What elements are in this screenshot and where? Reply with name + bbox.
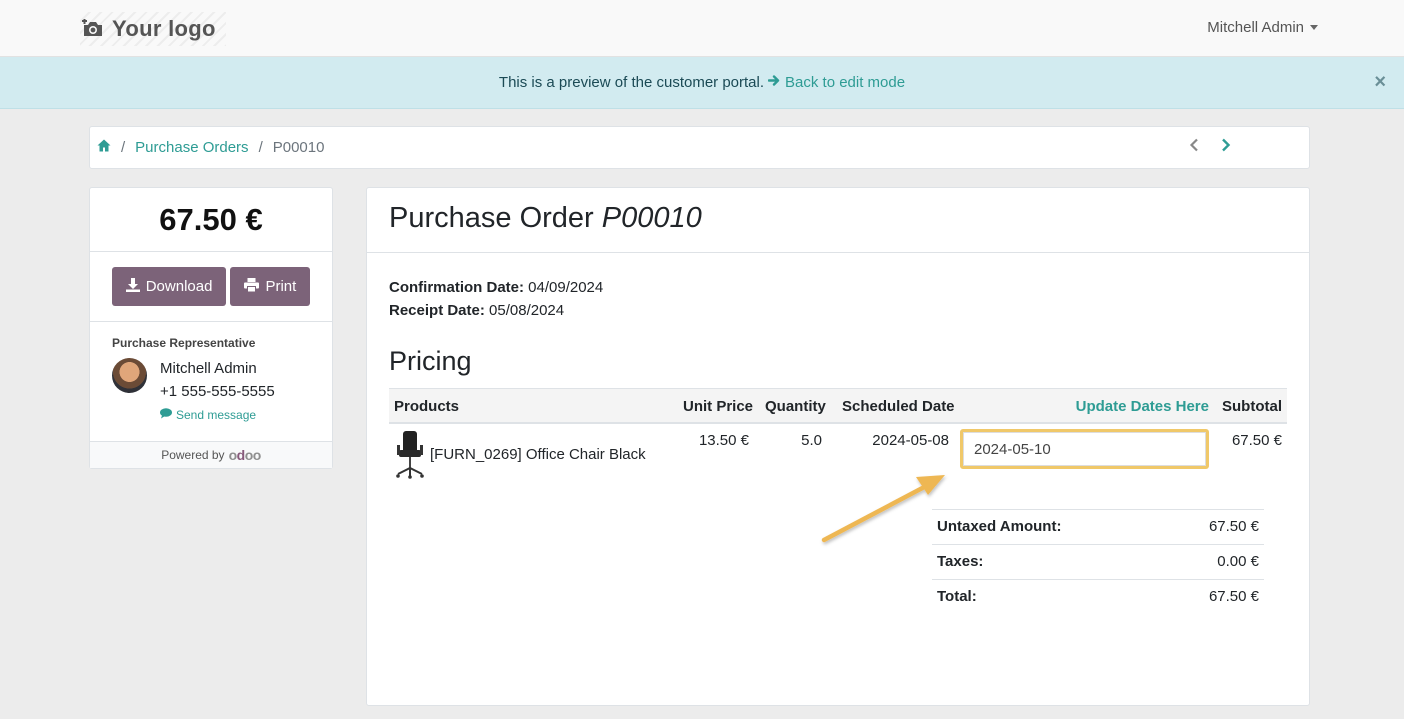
line-subtotal: 67.50 € [1231,432,1282,449]
back-to-edit-label: Back to edit mode [785,74,906,91]
receipt-date-row: Receipt Date: 05/08/2024 [389,299,603,322]
total-value: 67.50 € [1208,588,1259,605]
confirmation-date-value: 04/09/2024 [528,279,604,296]
user-menu-dropdown[interactable]: Mitchell Admin [1207,19,1318,36]
avatar [112,358,147,393]
logo-text: Your logo [112,16,216,41]
user-name: Mitchell Admin [1207,19,1304,36]
page-title: Purchase Order P00010 [367,188,1309,253]
order-totals: Untaxed Amount: 67.50 € Taxes: 0.00 € To… [932,509,1264,614]
scheduled-date: 2024-05-08 [872,432,949,449]
receipt-date-label: Receipt Date: [389,302,485,319]
receipt-date-value: 05/08/2024 [489,302,565,319]
print-icon [244,277,260,296]
col-products: Products [394,398,460,415]
close-icon[interactable]: × [1374,71,1386,94]
powered-by-footer: Powered by odoo [90,442,332,468]
order-sidebar: 67.50 € Download Print Purchase Represen… [89,187,333,469]
download-button[interactable]: Download [111,267,227,306]
preview-alert: This is a preview of the customer portal… [0,57,1404,109]
order-dates: Confirmation Date: 04/09/2024 Receipt Da… [389,276,603,322]
rep-phone: +1 555-555-5555 [160,383,275,400]
taxes-row: Taxes: 0.00 € [932,544,1264,579]
caret-down-icon [1310,25,1318,30]
comment-icon [160,408,172,422]
order-total-amount: 67.50 € [90,188,332,252]
download-icon [125,277,140,296]
untaxed-label: Untaxed Amount: [937,518,1062,535]
breadcrumb-separator: / [258,139,263,156]
send-message-label: Send message [176,408,257,422]
quantity: 5.0 [801,432,822,449]
total-row: Total: 67.50 € [932,579,1264,614]
print-label: Print [265,278,297,295]
powered-by-label: Powered by [161,448,225,462]
record-pager [1189,138,1231,156]
update-date-input[interactable] [960,429,1209,469]
breadcrumb-purchase-orders[interactable]: Purchase Orders [135,139,248,156]
confirmation-date-label: Confirmation Date: [389,279,524,296]
col-update-dates: Update Dates Here [1075,398,1209,415]
download-label: Download [145,278,213,295]
untaxed-value: 67.50 € [1208,518,1259,535]
total-label: Total: [937,588,977,605]
action-buttons: Download Print [90,252,332,322]
pricing-heading: Pricing [389,346,472,376]
arrow-right-icon [767,74,781,91]
back-to-edit-link[interactable]: Back to edit mode [767,74,906,91]
chevron-right-icon[interactable] [1221,138,1231,156]
print-button[interactable]: Print [230,267,311,306]
breadcrumb: / Purchase Orders / P00010 [89,126,1310,169]
purchase-representative: Purchase Representative Mitchell Admin +… [90,322,332,442]
product-name[interactable]: [FURN_0269] Office Chair Black [430,446,646,463]
breadcrumb-current: P00010 [272,139,325,156]
order-lines-table: Products Unit Price Quantity Scheduled D… [389,388,1287,514]
camera-icon [82,19,104,39]
odoo-logo[interactable]: odoo [229,447,262,463]
page-title-prefix: Purchase Order [389,202,594,234]
purchase-order-card: Purchase Order P00010 Confirmation Date:… [366,187,1310,706]
taxes-label: Taxes: [937,553,984,570]
table-row: [FURN_0269] Office Chair Black 13.50 € 5… [389,424,1287,514]
order-number: P00010 [601,202,702,234]
rep-name: Mitchell Admin [160,360,257,377]
alert-message: This is a preview of the customer portal… [498,74,765,91]
col-subtotal: Subtotal [1222,398,1282,415]
untaxed-row: Untaxed Amount: 67.50 € [932,509,1264,544]
confirmation-date-row: Confirmation Date: 04/09/2024 [389,276,603,299]
unit-price: 13.50 € [698,432,749,449]
breadcrumb-separator: / [121,139,126,156]
company-logo[interactable]: Your logo [80,12,226,46]
rep-title: Purchase Representative [112,336,256,350]
col-unit-price: Unit Price [683,398,754,415]
taxes-value: 0.00 € [1217,553,1259,570]
col-scheduled-date: Scheduled Date [842,398,955,415]
product-image [394,430,426,484]
chevron-left-icon[interactable] [1189,138,1199,156]
top-navbar: Your logo Mitchell Admin [0,0,1404,57]
send-message-link[interactable]: Send message [160,408,256,422]
home-icon[interactable] [97,139,111,156]
col-quantity: Quantity [765,398,826,415]
table-header: Products Unit Price Quantity Scheduled D… [389,388,1287,424]
